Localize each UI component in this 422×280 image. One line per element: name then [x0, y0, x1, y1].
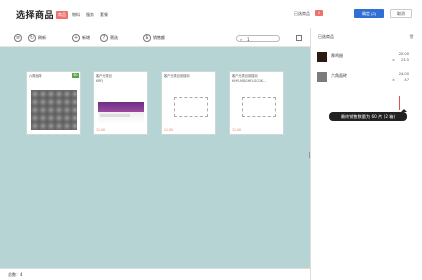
card-title: 客户分类目测描测 — [164, 74, 190, 78]
card-price: 11.00 — [164, 128, 174, 132]
product-card[interactable]: 客户分类目测描测 KHFLMDGHFLGCGK... 11.00 — [229, 71, 284, 135]
item-name: 六角面砖 — [331, 73, 347, 78]
tab-services[interactable]: 服务 — [84, 11, 96, 19]
refresh-tool[interactable]: ↻ 刷新 — [28, 34, 46, 42]
header: 选择商品 商品 物料 服务 套餐 已选商品 2 确定 (2) 取消 — [0, 0, 422, 28]
quantity-tooltip: 最终销售数量为 60 片 (2 箱) — [329, 109, 407, 121]
product-card[interactable]: 客户分类目 KRFJ 11.00 — [93, 71, 148, 135]
selected-item[interactable]: 六角面砖 24.00 × 47 — [317, 71, 413, 85]
toggle-tool[interactable]: ≡ — [14, 34, 22, 42]
add-label: 新增 — [82, 35, 90, 40]
list-toggle-icon: ≡ — [14, 34, 22, 42]
annotation-line — [399, 96, 400, 110]
filter-icon: ? — [100, 34, 108, 42]
sales-icon: $ — [143, 34, 151, 42]
tab-materials[interactable]: 物料 — [70, 11, 82, 19]
product-image — [31, 90, 77, 130]
card-price: 11.00 — [232, 128, 242, 132]
filter-label: 筛选 — [110, 35, 118, 40]
search-input[interactable] — [247, 36, 277, 42]
tab-packages[interactable]: 套餐 — [98, 11, 110, 19]
search-box[interactable]: ⌕ — [236, 35, 280, 42]
selected-panel: 已选商品 🗑 厚鸡翅 20.00 × 23.5 六角面砖 24.00 × 47 — [311, 28, 422, 280]
item-price: 20.00 — [398, 52, 409, 56]
product-grid: 六角面砖 60 客户分类目 KRFJ 11.00 客户分类目测描测 11.00 … — [0, 47, 310, 268]
tab-products[interactable]: 商品 — [56, 11, 68, 19]
item-thumbnail — [317, 72, 327, 82]
card-title: 客户分类目 — [96, 74, 112, 78]
image-placeholder — [242, 97, 276, 117]
toolbar: ≡ ↻ 刷新 + 新增 ? 筛选 $ 销售额 ⌕ — [0, 30, 310, 47]
page-title: 选择商品 — [16, 11, 55, 21]
selected-panel-title: 已选商品 — [318, 34, 334, 39]
card-title: 客户分类目测描测 — [232, 74, 258, 78]
item-thumbnail — [317, 52, 327, 62]
selected-item[interactable]: 厚鸡翅 20.00 × 23.5 — [317, 51, 413, 65]
total-count: 总数：4 — [8, 272, 23, 277]
times-icon: × — [391, 58, 395, 62]
filter-tool[interactable]: ? 筛选 — [100, 34, 118, 42]
selected-products-label[interactable]: 已选商品 — [294, 11, 310, 17]
plus-icon: + — [72, 34, 80, 42]
item-name: 厚鸡翅 — [331, 53, 343, 58]
item-price: 24.00 — [398, 72, 409, 76]
item-qty[interactable]: 23.5 — [401, 58, 409, 62]
search-icon: ⌕ — [240, 37, 243, 42]
sales-label: 销售额 — [153, 35, 165, 40]
image-placeholder — [174, 97, 208, 117]
selected-count-badge: 2 — [315, 10, 323, 16]
card-price: 11.00 — [96, 128, 106, 132]
footer: 总数：4 — [0, 268, 310, 280]
product-image — [98, 102, 144, 124]
cancel-button[interactable]: 取消 — [390, 9, 412, 18]
card-code: KHFLMDGHFLGCGK... — [232, 79, 267, 83]
product-card[interactable]: 六角面砖 60 — [26, 71, 81, 135]
confirm-button[interactable]: 确定 (2) — [354, 9, 384, 18]
times-icon: × — [391, 78, 395, 82]
card-code: KRFJ — [96, 79, 104, 83]
refresh-icon: ↻ — [28, 34, 36, 42]
quantity-badge: 60 — [72, 73, 79, 78]
trash-icon[interactable]: 🗑 — [409, 34, 414, 39]
refresh-label: 刷新 — [38, 35, 46, 40]
add-tool[interactable]: + 新增 — [72, 34, 90, 42]
product-card[interactable]: 客户分类目测描测 11.00 — [161, 71, 216, 135]
sales-tool[interactable]: $ 销售额 — [143, 34, 165, 42]
grid-view-icon[interactable] — [296, 35, 302, 41]
category-tabs: 商品 物料 服务 套餐 — [56, 11, 110, 19]
item-qty[interactable]: 47 — [404, 78, 409, 82]
